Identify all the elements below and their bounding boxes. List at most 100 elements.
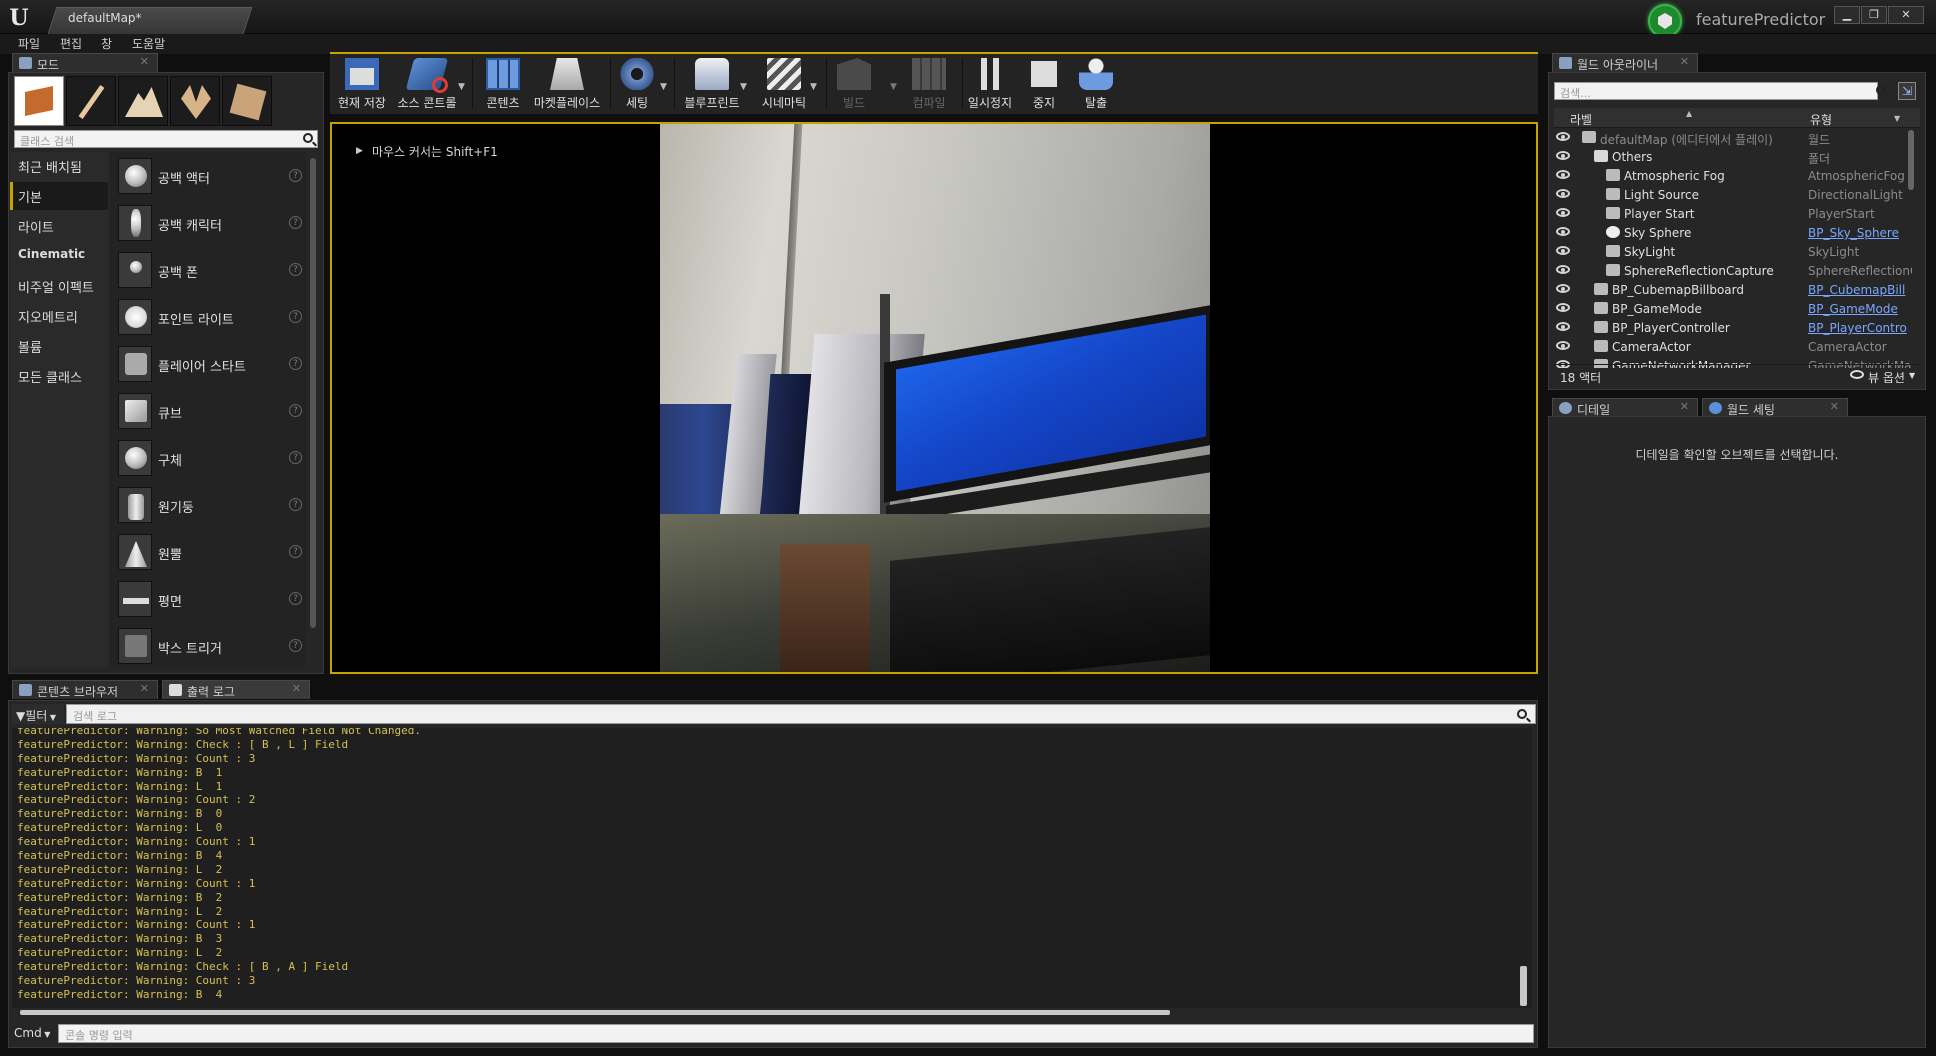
- outliner-search-input[interactable]: 검색...: [1554, 82, 1878, 100]
- visibility-eye-icon[interactable]: [1556, 284, 1570, 293]
- view-options-button[interactable]: 뷰 옵션: [1868, 369, 1905, 386]
- list-item-box-trigger[interactable]: 박스 트리거?: [114, 625, 308, 669]
- outliner-row[interactable]: BP_PlayerController BP_PlayerContro: [1554, 318, 1912, 337]
- add-actor-icon[interactable]: ⇲: [1898, 82, 1916, 100]
- minimize-button[interactable]: ▁: [1834, 6, 1860, 24]
- visibility-eye-icon[interactable]: [1556, 189, 1570, 198]
- help-icon[interactable]: ?: [289, 592, 302, 605]
- visibility-eye-icon[interactable]: [1556, 322, 1570, 331]
- build-button[interactable]: 빌드: [832, 55, 876, 111]
- category-geometry[interactable]: 지오메트리: [10, 302, 108, 330]
- pause-button[interactable]: 일시정지: [966, 55, 1014, 111]
- visibility-eye-icon[interactable]: [1556, 265, 1570, 274]
- log-horizontal-scrollbar[interactable]: [20, 1010, 1170, 1015]
- build-dropdown[interactable]: ▼: [890, 82, 897, 92]
- visibility-eye-icon[interactable]: [1556, 170, 1570, 179]
- list-item-point-light[interactable]: 포인트 라이트?: [114, 296, 308, 340]
- help-icon[interactable]: ?: [289, 545, 302, 558]
- outliner-row[interactable]: SkyLight SkyLight: [1554, 242, 1912, 261]
- maximize-button[interactable]: ❐: [1861, 6, 1887, 24]
- list-item-empty-actor[interactable]: 공백 액터?: [114, 155, 308, 199]
- close-icon[interactable]: ✕: [1830, 400, 1839, 413]
- outliner-type-link[interactable]: BP_Sky_Sphere: [1808, 226, 1912, 240]
- help-icon[interactable]: ?: [289, 310, 302, 323]
- search-icon[interactable]: [1876, 85, 1886, 95]
- filter-button[interactable]: ▼필터 ▼: [12, 704, 64, 724]
- expand-arrow-icon[interactable]: ▶: [356, 146, 363, 156]
- outliner-row[interactable]: Light Source DirectionalLight: [1554, 185, 1912, 204]
- geometry-mode-button[interactable]: [222, 76, 272, 126]
- visibility-eye-icon[interactable]: [1556, 246, 1570, 255]
- label-column-header[interactable]: 라벨: [1570, 111, 1592, 128]
- category-lights[interactable]: 라이트: [10, 212, 108, 240]
- visibility-eye-icon[interactable]: [1556, 151, 1570, 160]
- paint-mode-button[interactable]: [66, 76, 116, 126]
- list-item-cylinder[interactable]: 원기둥?: [114, 484, 308, 528]
- landscape-mode-button[interactable]: [118, 76, 168, 126]
- unreal-logo-icon[interactable]: U: [6, 5, 32, 31]
- marketplace-button[interactable]: 마켓플레이스: [530, 55, 604, 111]
- log-output-area[interactable]: featurePredictor: Warning: So Most Watch…: [12, 728, 1532, 1008]
- save-button[interactable]: 현재 저장: [334, 55, 390, 111]
- close-icon[interactable]: ✕: [140, 682, 149, 695]
- category-basic[interactable]: 기본: [10, 182, 108, 210]
- tab-modes[interactable]: 모드 ✕: [12, 53, 158, 72]
- class-search-input[interactable]: 클래스 검색: [14, 130, 318, 148]
- visibility-eye-icon[interactable]: [1556, 227, 1570, 236]
- list-item-cube[interactable]: 큐브?: [114, 390, 308, 434]
- settings-button[interactable]: 세팅: [614, 55, 660, 111]
- help-icon[interactable]: ?: [289, 216, 302, 229]
- cmd-selector[interactable]: Cmd ▼: [14, 1026, 50, 1040]
- cinematics-button[interactable]: 시네마틱: [756, 55, 812, 111]
- close-icon[interactable]: ✕: [140, 55, 149, 68]
- outliner-row[interactable]: defaultMap (에디터에서 플레이) 월드: [1554, 128, 1912, 147]
- search-icon[interactable]: [1517, 709, 1527, 719]
- category-cinematic[interactable]: Cinematic: [10, 242, 108, 270]
- outliner-row[interactable]: Player Start PlayerStart: [1554, 204, 1912, 223]
- content-button[interactable]: 콘텐츠: [478, 55, 528, 111]
- visibility-eye-icon[interactable]: [1556, 208, 1570, 217]
- menu-edit[interactable]: 편집: [60, 35, 82, 52]
- outliner-type-link[interactable]: BP_GameMode: [1808, 302, 1912, 316]
- close-button[interactable]: ✕: [1888, 6, 1924, 24]
- outliner-row[interactable]: Sky Sphere BP_Sky_Sphere: [1554, 223, 1912, 242]
- place-mode-button[interactable]: [14, 76, 64, 126]
- close-icon[interactable]: ✕: [292, 682, 301, 695]
- help-icon[interactable]: ?: [289, 357, 302, 370]
- list-item-sphere[interactable]: 구체?: [114, 437, 308, 481]
- log-search-input[interactable]: 검색 로그: [66, 704, 1536, 724]
- stop-button[interactable]: 중지: [1020, 55, 1068, 111]
- help-icon[interactable]: ?: [289, 639, 302, 652]
- blueprints-dropdown[interactable]: ▼: [740, 82, 747, 92]
- type-column-header[interactable]: 유형: [1810, 111, 1832, 128]
- category-visual-effects[interactable]: 비주얼 이펙트: [10, 272, 108, 300]
- outliner-type-link[interactable]: BP_CubemapBill: [1808, 283, 1912, 297]
- help-icon[interactable]: ?: [289, 169, 302, 182]
- blueprints-button[interactable]: 블루프린트: [680, 55, 744, 111]
- help-icon[interactable]: ?: [289, 498, 302, 511]
- eject-button[interactable]: 탈출: [1072, 55, 1120, 111]
- tab-world-settings[interactable]: 월드 세팅 ✕: [1702, 398, 1848, 417]
- modes-scrollbar[interactable]: [310, 158, 316, 628]
- list-item-plane[interactable]: 평면?: [114, 578, 308, 622]
- outliner-scrollbar[interactable]: [1908, 130, 1914, 190]
- foliage-mode-button[interactable]: [170, 76, 220, 126]
- category-recent[interactable]: 최근 배치됨: [10, 152, 108, 180]
- visibility-eye-icon[interactable]: [1556, 341, 1570, 350]
- category-all-classes[interactable]: 모든 클래스: [10, 362, 108, 390]
- help-icon[interactable]: ?: [289, 263, 302, 276]
- outliner-row[interactable]: BP_GameMode BP_GameMode: [1554, 299, 1912, 318]
- list-item-empty-pawn[interactable]: 공백 폰?: [114, 249, 308, 293]
- menu-help[interactable]: 도움말: [132, 35, 165, 52]
- outliner-row[interactable]: BP_CubemapBillboard BP_CubemapBill: [1554, 280, 1912, 299]
- outliner-row[interactable]: SphereReflectionCapture SphereReflectionC: [1554, 261, 1912, 280]
- visibility-eye-icon[interactable]: [1556, 303, 1570, 312]
- tab-output-log[interactable]: 출력 로그 ✕: [162, 680, 310, 699]
- chevron-down-icon[interactable]: ▼: [1894, 114, 1900, 123]
- menu-window[interactable]: 창: [101, 35, 112, 52]
- list-item-empty-character[interactable]: 공백 캐릭터?: [114, 202, 308, 246]
- close-icon[interactable]: ✕: [1680, 55, 1689, 68]
- console-command-input[interactable]: 콘솔 명령 입력: [58, 1024, 1534, 1043]
- tab-details[interactable]: 디테일 ✕: [1552, 398, 1698, 417]
- list-item-cone[interactable]: 원뿔?: [114, 531, 308, 575]
